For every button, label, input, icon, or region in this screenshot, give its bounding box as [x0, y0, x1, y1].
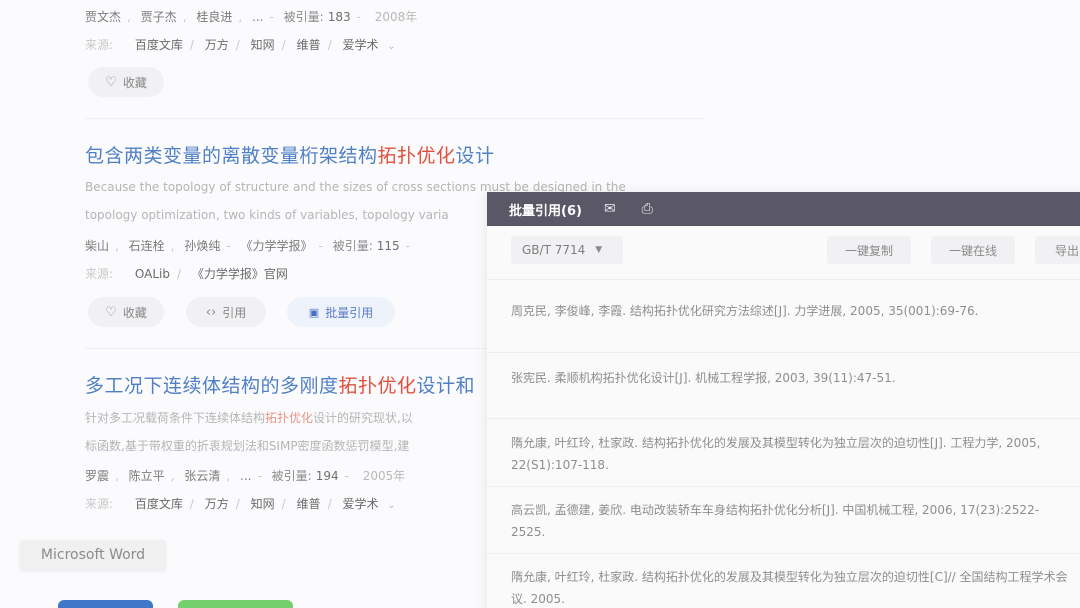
cite-count: 194 — [315, 469, 339, 483]
divider — [85, 118, 705, 119]
source-link[interactable]: OALib — [135, 267, 170, 281]
divider — [487, 418, 1080, 419]
source-label: 来源: — [85, 267, 114, 281]
reference-item[interactable]: 周克民, 李俊峰, 李霞. 结构拓扑优化研究方法综述[J]. 力学进展, 200… — [511, 300, 1071, 322]
abstract-text: 针对多工况载荷条件下连续体结构 — [85, 411, 266, 425]
cite-count: 183 — [327, 10, 351, 24]
author-link[interactable]: 孙焕纯 — [184, 239, 220, 253]
result-3-abstract-line: 针对多工况载荷条件下连续体结构拓扑优化设计的研究现状,以 — [85, 409, 413, 426]
citation-format-value: GB/T 7714 — [522, 243, 586, 257]
author-link[interactable]: 石连栓 — [129, 239, 165, 253]
reference-item[interactable]: 高云凯, 孟德建, 姜欣. 电动改装轿车车身结构拓扑优化分析[J]. 中国机械工… — [511, 499, 1071, 543]
heart-icon: ♡ — [105, 74, 117, 90]
print-icon[interactable]: ⎙ — [642, 201, 653, 217]
authors-more[interactable]: ... — [240, 469, 251, 483]
pub-year: 2005年 — [362, 469, 406, 483]
author-link[interactable]: 贾子杰 — [141, 10, 177, 24]
divider — [487, 486, 1080, 487]
favorite-label: 收藏 — [122, 75, 147, 90]
copy-all-button[interactable]: 一键复制 — [827, 236, 911, 264]
title-text[interactable]: 设计和 — [417, 375, 476, 397]
panel-toolbar: GB/T 7714 ▼ 一键复制 一键在线 导出 — [487, 226, 1080, 280]
batch-cite-button[interactable]: ▣ 批量引用 — [287, 297, 395, 327]
source-link[interactable]: 《力学学报》官网 — [192, 267, 288, 281]
bottom-blue-button[interactable] — [58, 600, 153, 608]
panel-title: 批量引用(6) — [509, 203, 582, 219]
reference-item[interactable]: 隋允康, 叶红玲, 杜家政. 结构拓扑优化的发展及其模型转化为独立层次的迫切性[… — [511, 432, 1071, 476]
source-link[interactable]: 百度文库 — [135, 497, 183, 511]
pub-year: 2008年 — [374, 10, 418, 24]
source-link[interactable]: 知网 — [251, 497, 275, 511]
cite-label: 被引量: — [271, 469, 312, 483]
author-link[interactable]: 柴山 — [85, 239, 109, 253]
source-link[interactable]: 万方 — [205, 38, 229, 52]
source-link[interactable]: 爱学术 — [342, 38, 378, 52]
result-3-meta: 罗震, 陈立平, 张云清, ... - 被引量: 194- 2005年 — [85, 469, 406, 483]
favorite-button[interactable]: ♡ 收藏 — [88, 67, 164, 97]
title-text[interactable]: 多工况下连续体结构的多刚度 — [85, 375, 339, 397]
source-label: 来源: — [85, 38, 114, 52]
mail-icon[interactable]: ✉ — [604, 201, 616, 217]
cite-label: 被引量: — [332, 239, 373, 253]
source-link[interactable]: 维普 — [297, 497, 321, 511]
result-3-abstract-line: 标函数,基于带权重的折衷规划法和SIMP密度函数惩罚模型,建 — [85, 437, 409, 454]
title-text[interactable]: 设计 — [456, 145, 495, 167]
export-button[interactable]: 导出 — [1035, 236, 1080, 264]
cite-button[interactable]: ‹› 引用 — [186, 297, 266, 327]
result-3-sources: 来源: 百度文库 / 万方 / 知网 / 维普 / 爱学术 ⌄ — [85, 497, 396, 511]
source-link[interactable]: 维普 — [297, 38, 321, 52]
favorite-label: 收藏 — [122, 305, 147, 320]
source-link[interactable]: 知网 — [251, 38, 275, 52]
batch-cite-label: 批量引用 — [325, 305, 374, 320]
reference-item[interactable]: 张宪民. 柔顺机构拓扑优化设计[J]. 机械工程学报, 2003, 39(11)… — [511, 367, 1071, 389]
cite-label: 被引量: — [283, 10, 324, 24]
cite-count: 115 — [376, 239, 400, 253]
reference-item[interactable]: 隋允康, 叶红玲, 杜家政. 结构拓扑优化的发展及其模型转化为独立层次的迫切性[… — [511, 566, 1071, 608]
title-text[interactable]: 包含两类变量的离散变量桁架结构 — [85, 145, 378, 167]
title-highlight[interactable]: 拓扑优化 — [378, 145, 456, 167]
folder-plus-icon: ▣ — [308, 305, 320, 319]
result-1-meta: 贾文杰, 贾子杰, 桂良进, ... - 被引量: 183- 2008年 — [85, 10, 418, 24]
journal-link[interactable]: 《力学学报》 — [241, 239, 313, 253]
result-1-sources: 来源: 百度文库 / 万方 / 知网 / 维普 / 爱学术 ⌄ — [85, 38, 396, 52]
chevron-down-icon[interactable]: ⌄ — [387, 500, 395, 511]
bottom-green-button[interactable] — [178, 600, 293, 608]
abstract-text: 标函数,基于带权重的折衷规划法和SIMP密度函数惩罚模型,建 — [85, 439, 410, 453]
code-quote-icon: ‹› — [205, 304, 217, 320]
result-2-sources: 来源: OALib / 《力学学报》官网 — [85, 267, 288, 281]
source-link[interactable]: 万方 — [205, 497, 229, 511]
source-link[interactable]: 百度文库 — [135, 38, 183, 52]
author-link[interactable]: 桂良进 — [196, 10, 232, 24]
batch-cite-panel: 批量引用(6) ✉ ⎙ GB/T 7714 ▼ 一键复制 一键在线 导出 周克民… — [487, 192, 1080, 608]
result-2-title[interactable]: 包含两类变量的离散变量桁架结构拓扑优化设计 — [85, 141, 495, 168]
result-2-abstract-line: topology optimization, two kinds of vari… — [85, 208, 449, 222]
chevron-down-icon[interactable]: ⌄ — [387, 41, 395, 52]
abstract-text: 设计的研究现状,以 — [313, 411, 413, 425]
favorite-button[interactable]: ♡ 收藏 — [88, 297, 164, 327]
citation-format-select[interactable]: GB/T 7714 ▼ — [511, 236, 623, 264]
abstract-highlight: 拓扑优化 — [265, 411, 314, 425]
author-link[interactable]: 陈立平 — [129, 469, 165, 483]
divider — [487, 553, 1080, 554]
author-link[interactable]: 罗震 — [85, 469, 109, 483]
heart-icon: ♡ — [105, 304, 117, 320]
author-link[interactable]: 贾文杰 — [85, 10, 121, 24]
divider — [487, 352, 1080, 353]
result-3-title[interactable]: 多工况下连续体结构的多刚度拓扑优化设计和 — [85, 371, 475, 398]
source-label: 来源: — [85, 497, 114, 511]
tooltip: Microsoft Word — [20, 540, 166, 570]
author-link[interactable]: 张云清 — [184, 469, 220, 483]
panel-header: 批量引用(6) ✉ ⎙ — [487, 192, 1080, 226]
cite-button-label: 引用 — [222, 305, 247, 320]
title-highlight[interactable]: 拓扑优化 — [339, 375, 417, 397]
result-2-meta: 柴山, 石连栓, 孙焕纯 - 《力学学报》 - 被引量: 115- — [85, 239, 411, 253]
authors-more[interactable]: ... — [252, 10, 263, 24]
online-all-button[interactable]: 一键在线 — [931, 236, 1015, 264]
source-link[interactable]: 爱学术 — [342, 497, 378, 511]
caret-down-icon: ▼ — [595, 245, 603, 255]
